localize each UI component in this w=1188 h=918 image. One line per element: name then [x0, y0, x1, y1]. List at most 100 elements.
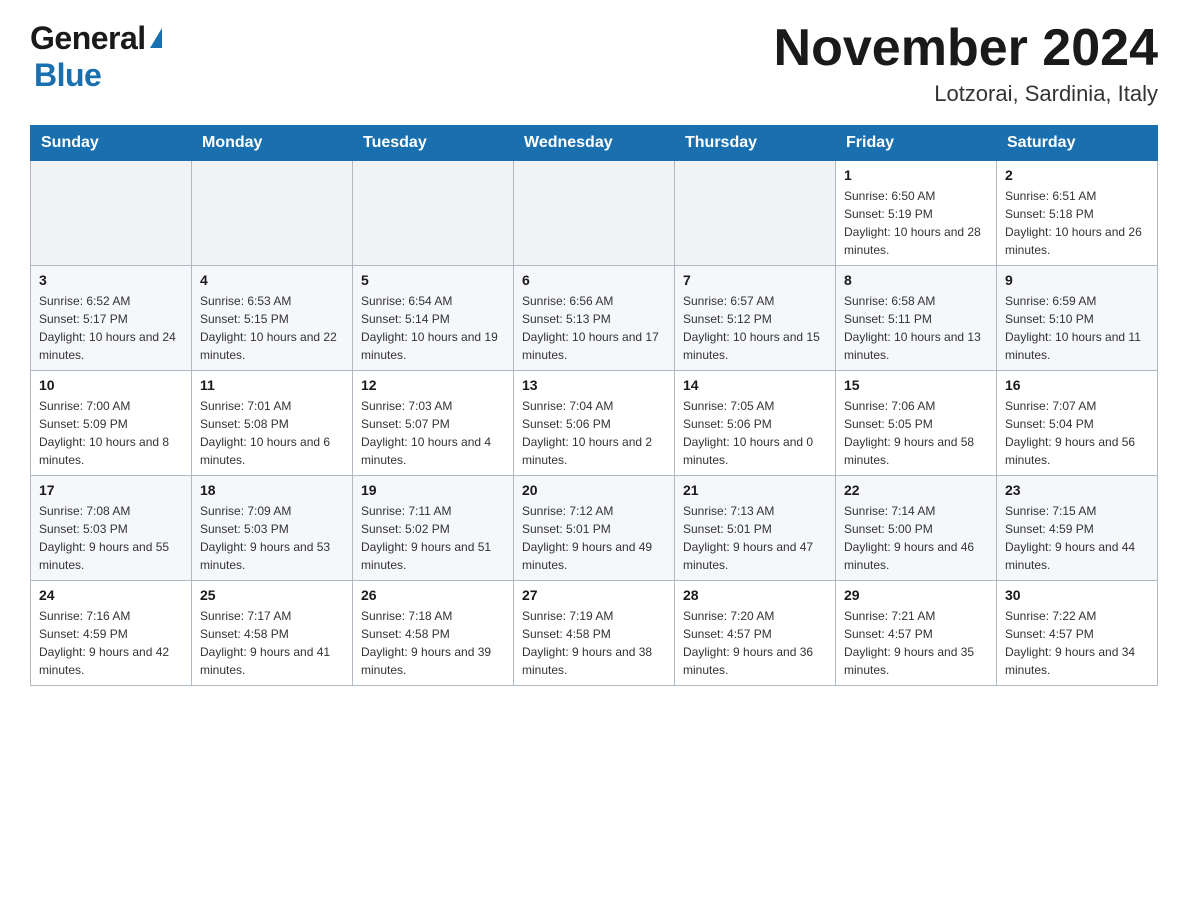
- header-row: SundayMondayTuesdayWednesdayThursdayFrid…: [31, 126, 1158, 161]
- day-cell: 20 Sunrise: 7:12 AM Sunset: 5:01 PM Dayli…: [514, 476, 675, 581]
- day-info: Sunrise: 7:08 AM Sunset: 5:03 PM Dayligh…: [39, 502, 183, 574]
- day-info: Sunrise: 7:04 AM Sunset: 5:06 PM Dayligh…: [522, 397, 666, 469]
- day-cell: 4 Sunrise: 6:53 AM Sunset: 5:15 PM Daylig…: [192, 266, 353, 371]
- day-number: 17: [39, 482, 183, 498]
- title-area: November 2024 Lotzorai, Sardinia, Italy: [774, 20, 1158, 107]
- day-info: Sunrise: 7:00 AM Sunset: 5:09 PM Dayligh…: [39, 397, 183, 469]
- day-info: Sunrise: 7:01 AM Sunset: 5:08 PM Dayligh…: [200, 397, 344, 469]
- day-header-sunday: Sunday: [31, 126, 192, 161]
- day-number: 11: [200, 377, 344, 393]
- day-info: Sunrise: 7:11 AM Sunset: 5:02 PM Dayligh…: [361, 502, 505, 574]
- day-cell: 12 Sunrise: 7:03 AM Sunset: 5:07 PM Dayli…: [353, 371, 514, 476]
- day-info: Sunrise: 7:19 AM Sunset: 4:58 PM Dayligh…: [522, 607, 666, 679]
- day-info: Sunrise: 7:09 AM Sunset: 5:03 PM Dayligh…: [200, 502, 344, 574]
- day-number: 18: [200, 482, 344, 498]
- day-cell: 6 Sunrise: 6:56 AM Sunset: 5:13 PM Daylig…: [514, 266, 675, 371]
- day-number: 1: [844, 167, 988, 183]
- day-number: 14: [683, 377, 827, 393]
- day-number: 16: [1005, 377, 1149, 393]
- day-number: 26: [361, 587, 505, 603]
- day-number: 25: [200, 587, 344, 603]
- day-number: 9: [1005, 272, 1149, 288]
- day-cell: 18 Sunrise: 7:09 AM Sunset: 5:03 PM Dayli…: [192, 476, 353, 581]
- logo-triangle-icon: [150, 28, 162, 48]
- day-number: 8: [844, 272, 988, 288]
- day-number: 21: [683, 482, 827, 498]
- day-cell: 19 Sunrise: 7:11 AM Sunset: 5:02 PM Dayli…: [353, 476, 514, 581]
- day-number: 7: [683, 272, 827, 288]
- day-info: Sunrise: 7:16 AM Sunset: 4:59 PM Dayligh…: [39, 607, 183, 679]
- day-number: 24: [39, 587, 183, 603]
- day-cell: 25 Sunrise: 7:17 AM Sunset: 4:58 PM Dayli…: [192, 581, 353, 686]
- week-row-3: 10Sunrise: 7:00 AM Sunset: 5:09 PM Dayli…: [31, 371, 1158, 476]
- day-cell: 11 Sunrise: 7:01 AM Sunset: 5:08 PM Dayli…: [192, 371, 353, 476]
- day-info: Sunrise: 7:22 AM Sunset: 4:57 PM Dayligh…: [1005, 607, 1149, 679]
- day-number: 6: [522, 272, 666, 288]
- day-cell: [353, 161, 514, 266]
- calendar-table: SundayMondayTuesdayWednesdayThursdayFrid…: [30, 125, 1158, 686]
- day-cell: 27 Sunrise: 7:19 AM Sunset: 4:58 PM Dayli…: [514, 581, 675, 686]
- day-cell: 8 Sunrise: 6:58 AM Sunset: 5:11 PM Daylig…: [836, 266, 997, 371]
- day-number: 27: [522, 587, 666, 603]
- month-title: November 2024: [774, 20, 1158, 77]
- day-cell: 14 Sunrise: 7:05 AM Sunset: 5:06 PM Dayli…: [675, 371, 836, 476]
- day-info: Sunrise: 6:50 AM Sunset: 5:19 PM Dayligh…: [844, 187, 988, 259]
- day-cell: 22 Sunrise: 7:14 AM Sunset: 5:00 PM Dayli…: [836, 476, 997, 581]
- day-info: Sunrise: 6:53 AM Sunset: 5:15 PM Dayligh…: [200, 292, 344, 364]
- day-number: 12: [361, 377, 505, 393]
- day-number: 29: [844, 587, 988, 603]
- day-info: Sunrise: 6:52 AM Sunset: 5:17 PM Dayligh…: [39, 292, 183, 364]
- day-header-tuesday: Tuesday: [353, 126, 514, 161]
- day-info: Sunrise: 7:03 AM Sunset: 5:07 PM Dayligh…: [361, 397, 505, 469]
- day-info: Sunrise: 6:51 AM Sunset: 5:18 PM Dayligh…: [1005, 187, 1149, 259]
- day-cell: 7Sunrise: 6:57 AM Sunset: 5:12 PM Daylig…: [675, 266, 836, 371]
- day-info: Sunrise: 6:56 AM Sunset: 5:13 PM Dayligh…: [522, 292, 666, 364]
- day-info: Sunrise: 7:12 AM Sunset: 5:01 PM Dayligh…: [522, 502, 666, 574]
- week-row-5: 24 Sunrise: 7:16 AM Sunset: 4:59 PM Dayli…: [31, 581, 1158, 686]
- day-cell: 28Sunrise: 7:20 AM Sunset: 4:57 PM Dayli…: [675, 581, 836, 686]
- day-info: Sunrise: 7:05 AM Sunset: 5:06 PM Dayligh…: [683, 397, 827, 469]
- day-number: 2: [1005, 167, 1149, 183]
- day-number: 20: [522, 482, 666, 498]
- week-row-4: 17 Sunrise: 7:08 AM Sunset: 5:03 PM Dayli…: [31, 476, 1158, 581]
- day-number: 19: [361, 482, 505, 498]
- day-cell: [31, 161, 192, 266]
- day-cell: 5 Sunrise: 6:54 AM Sunset: 5:14 PM Daylig…: [353, 266, 514, 371]
- day-number: 5: [361, 272, 505, 288]
- day-number: 30: [1005, 587, 1149, 603]
- day-info: Sunrise: 7:18 AM Sunset: 4:58 PM Dayligh…: [361, 607, 505, 679]
- day-cell: 23Sunrise: 7:15 AM Sunset: 4:59 PM Dayli…: [997, 476, 1158, 581]
- day-cell: 16 Sunrise: 7:07 AM Sunset: 5:04 PM Dayli…: [997, 371, 1158, 476]
- day-number: 22: [844, 482, 988, 498]
- logo: General Blue: [30, 20, 162, 94]
- day-cell: 29Sunrise: 7:21 AM Sunset: 4:57 PM Dayli…: [836, 581, 997, 686]
- day-number: 15: [844, 377, 988, 393]
- day-number: 4: [200, 272, 344, 288]
- day-cell: 17 Sunrise: 7:08 AM Sunset: 5:03 PM Dayli…: [31, 476, 192, 581]
- day-info: Sunrise: 7:07 AM Sunset: 5:04 PM Dayligh…: [1005, 397, 1149, 469]
- day-cell: 26 Sunrise: 7:18 AM Sunset: 4:58 PM Dayli…: [353, 581, 514, 686]
- day-cell: 1 Sunrise: 6:50 AM Sunset: 5:19 PM Daylig…: [836, 161, 997, 266]
- day-cell: 15Sunrise: 7:06 AM Sunset: 5:05 PM Dayli…: [836, 371, 997, 476]
- day-header-thursday: Thursday: [675, 126, 836, 161]
- day-info: Sunrise: 7:14 AM Sunset: 5:00 PM Dayligh…: [844, 502, 988, 574]
- logo-blue-text: Blue: [34, 57, 101, 93]
- week-row-1: 1 Sunrise: 6:50 AM Sunset: 5:19 PM Daylig…: [31, 161, 1158, 266]
- week-row-2: 3 Sunrise: 6:52 AM Sunset: 5:17 PM Daylig…: [31, 266, 1158, 371]
- day-number: 3: [39, 272, 183, 288]
- day-header-saturday: Saturday: [997, 126, 1158, 161]
- day-info: Sunrise: 7:13 AM Sunset: 5:01 PM Dayligh…: [683, 502, 827, 574]
- day-cell: 3 Sunrise: 6:52 AM Sunset: 5:17 PM Daylig…: [31, 266, 192, 371]
- day-header-monday: Monday: [192, 126, 353, 161]
- day-cell: 10Sunrise: 7:00 AM Sunset: 5:09 PM Dayli…: [31, 371, 192, 476]
- day-cell: 24 Sunrise: 7:16 AM Sunset: 4:59 PM Dayli…: [31, 581, 192, 686]
- day-info: Sunrise: 6:54 AM Sunset: 5:14 PM Dayligh…: [361, 292, 505, 364]
- day-cell: 21 Sunrise: 7:13 AM Sunset: 5:01 PM Dayli…: [675, 476, 836, 581]
- day-cell: [192, 161, 353, 266]
- day-header-wednesday: Wednesday: [514, 126, 675, 161]
- day-info: Sunrise: 6:58 AM Sunset: 5:11 PM Dayligh…: [844, 292, 988, 364]
- day-cell: 30 Sunrise: 7:22 AM Sunset: 4:57 PM Dayli…: [997, 581, 1158, 686]
- day-info: Sunrise: 7:17 AM Sunset: 4:58 PM Dayligh…: [200, 607, 344, 679]
- day-cell: [514, 161, 675, 266]
- day-number: 23: [1005, 482, 1149, 498]
